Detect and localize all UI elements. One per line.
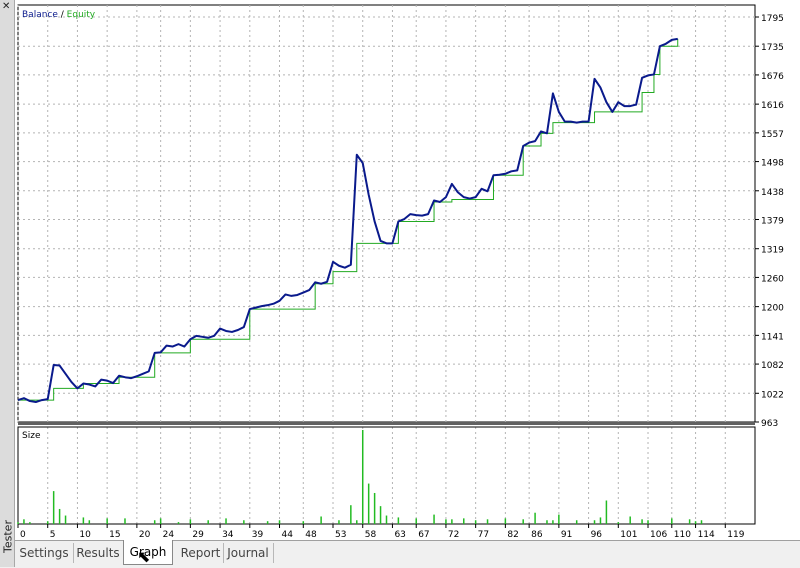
x-tick-label: 58 [365, 530, 377, 540]
x-tick-label: 77 [478, 530, 489, 540]
x-tick-label: 114 [698, 530, 715, 540]
close-icon[interactable]: ✕ [2, 2, 10, 12]
x-tick-label: 82 [507, 530, 518, 540]
y-tick-label: 1557 [761, 130, 784, 140]
x-tick-label: 24 [163, 530, 175, 540]
x-tick-label: 106 [650, 530, 667, 540]
y-tick-label: 1379 [761, 217, 784, 227]
y-tick-label: 1438 [761, 188, 784, 198]
y-tick-label: 1200 [761, 304, 784, 314]
legend-balance: Balance [22, 10, 58, 20]
x-tick-label: 110 [674, 530, 691, 540]
x-tick-label: 101 [620, 530, 637, 540]
tester-tab-bar: Settings Results Graph Report Journal [15, 540, 800, 568]
x-tick-label: 53 [335, 530, 346, 540]
x-tick-label: 29 [192, 530, 204, 540]
tab-results[interactable]: Results [73, 543, 124, 563]
y-tick-label: 1022 [761, 390, 784, 400]
y-tick-label: 1498 [761, 159, 784, 169]
y-tick-label: 963 [761, 419, 778, 429]
y-tick-label: 1141 [761, 332, 784, 342]
x-tick-label: 10 [79, 530, 91, 540]
y-tick-label: 1260 [761, 274, 784, 284]
y-tick-label: 1082 [761, 361, 784, 371]
x-tick-label: 34 [222, 530, 234, 540]
mouse-pointer-icon: ⬉ [137, 547, 151, 566]
x-tick-label: 39 [252, 530, 264, 540]
y-tick-label: 1319 [761, 246, 784, 256]
tab-journal[interactable]: Journal [223, 543, 274, 563]
pane-separator [18, 422, 755, 425]
tester-side-panel: ✕ Tester [0, 0, 15, 567]
size-pane-label: Size [22, 431, 41, 441]
x-tick-label: 63 [394, 530, 405, 540]
legend-equity: Equity [67, 10, 96, 20]
x-tick-label: 91 [561, 530, 572, 540]
x-tick-label: 20 [139, 530, 151, 540]
x-tick-label: 5 [50, 530, 56, 540]
tab-settings[interactable]: Settings [15, 543, 74, 563]
y-tick-label: 1735 [761, 43, 784, 53]
balance-equity-chart: 1795 1735 1676 1616 1557 1498 1438 1379 1319 1260… [15, 0, 800, 540]
main-pane-frame [17, 4, 756, 423]
y-tick-label: 1795 [761, 14, 784, 24]
tester-label: Tester [1, 520, 15, 553]
tab-report[interactable]: Report [178, 543, 224, 563]
legend-separator: / [58, 10, 67, 20]
chart-legend: Balance / Equity [22, 10, 96, 20]
x-tick-label: 86 [531, 530, 543, 540]
y-tick-label: 1616 [761, 101, 784, 111]
x-tick-label: 15 [109, 530, 120, 540]
x-tick-label: 72 [448, 530, 459, 540]
x-tick-label: 96 [591, 530, 603, 540]
x-tick-label: 48 [305, 530, 317, 540]
x-tick-label: 44 [282, 530, 294, 540]
x-tick-label: 0 [20, 530, 26, 540]
x-tick-label: 67 [418, 530, 429, 540]
y-tick-label: 1676 [761, 72, 784, 82]
x-tick-label: 119 [727, 530, 744, 540]
